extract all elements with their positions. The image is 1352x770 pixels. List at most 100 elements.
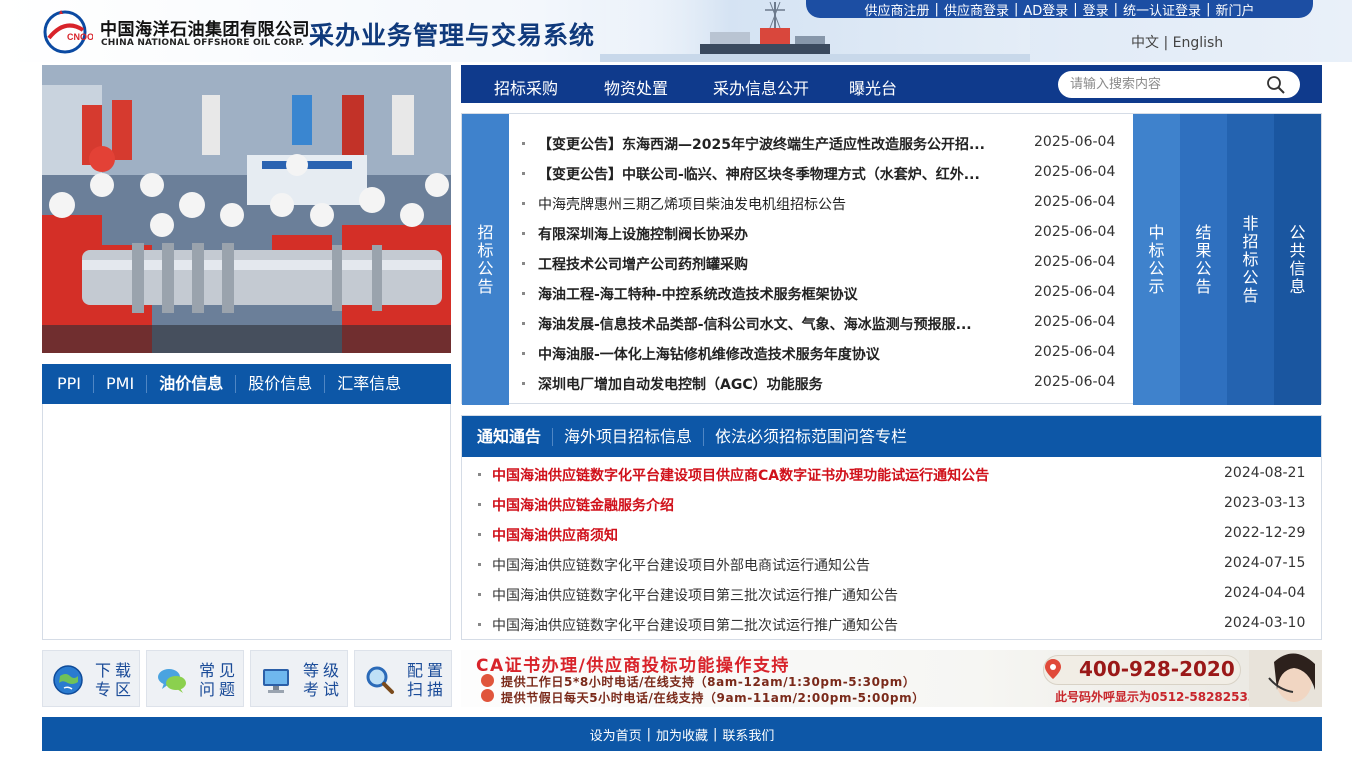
tender-title[interactable]: 海油发展-信息技术品类部-信科公司水文、气象、海冰监测与预报服... [538,314,1018,334]
supplier-register-link[interactable]: 供应商注册 [865,0,930,19]
quick-link-download[interactable]: 下载专区 [42,650,140,707]
company-name-en: CHINA NATIONAL OFFSHORE OIL CORP. [101,38,305,48]
system-title: 采办业务管理与交易系统 [309,21,596,50]
tender-row[interactable]: 海油发展-信息技术品类部-信科公司水文、气象、海冰监测与预报服... 2025-… [522,314,1122,334]
tender-title[interactable]: 中海油服-一体化上海钻修机维修改造技术服务年度协议 [538,344,1018,364]
market-info-panel [42,404,451,640]
tab-ppi[interactable]: PPI [57,375,95,393]
tender-row[interactable]: 【变更公告】东海西湖—2025年宁波终端生产适应性改造服务公开招... 2025… [522,134,1122,154]
tender-date: 2025-06-04 [1034,374,1116,390]
ca-support-banner[interactable]: CA证书办理/供应商投标功能操作支持 提供工作日5*8小时电话/在线支持（8am… [461,650,1322,707]
ad-login-link[interactable]: AD登录 [1023,0,1068,19]
search-box [1058,71,1300,98]
cnooc-logo[interactable]: CNOOC [43,10,93,54]
tender-date: 2025-06-04 [1034,194,1116,210]
tab-oil-price[interactable]: 油价信息 [147,375,237,393]
tender-date: 2025-06-04 [1034,134,1116,150]
add-bookmark-link[interactable]: 加为收藏 [656,725,708,744]
tender-title[interactable]: 工程技术公司增产公司药剂罐采购 [538,254,1018,274]
quick-link-faq[interactable]: 常见问题 [146,650,244,707]
tender-date: 2025-06-04 [1034,254,1116,270]
notice-title[interactable]: 中国海油供应链数字化平台建设项目第三批次试运行推广通知公告 [492,585,898,605]
nav-material-disposal[interactable]: 物资处置 [604,75,668,99]
tab-tender-announcement[interactable]: 招 标 公 告 [462,114,509,405]
tender-date: 2025-06-04 [1034,344,1116,360]
tab-overseas-tenders[interactable]: 海外项目招标信息 [553,427,705,446]
notice-row[interactable]: 中国海油供应链金融服务介绍 2023-03-13 [478,495,1308,515]
notice-row[interactable]: 中国海油供应链数字化平台建设项目供应商CA数字证书办理功能试运行通知公告 202… [478,465,1308,485]
notice-date: 2024-08-21 [1224,465,1306,481]
site-footer: 设为首页 | 加为收藏 | 联系我们 [42,717,1322,751]
banner-photo[interactable] [42,65,451,353]
notice-row[interactable]: 中国海油供应链数字化平台建设项目第二批次试运行推广通知公告 2024-03-10 [478,615,1308,635]
notice-date: 2024-04-04 [1224,585,1306,601]
location-pin-icon [1045,659,1061,679]
nav-procurement-disclosure[interactable]: 采办信息公开 [713,75,809,99]
tender-title[interactable]: 【变更公告】东海西湖—2025年宁波终端生产适应性改造服务公开招... [538,134,1018,154]
tender-date: 2025-06-04 [1034,164,1116,180]
tender-title[interactable]: 海油工程-海工特种-中控系统改造技术服务框架协议 [538,284,1018,304]
tab-non-tender-announcement[interactable]: 非 招 标 公 告 [1227,114,1274,405]
tab-award-notice[interactable]: 中 标 公 示 [1133,114,1180,405]
support-phone-number: 400-928-2020 [1079,657,1235,681]
tender-row[interactable]: 深圳电厂增加自动发电控制（AGC）功能服务 2025-06-04 [522,374,1122,394]
tab-notices[interactable]: 通知通告 [477,427,554,446]
chat-bubbles-icon [158,669,186,693]
tender-announcement-panel: 招 标 公 告 【变更公告】东海西湖—2025年宁波终端生产适应性改造服务公开招… [461,113,1322,405]
ca-workday-hours: 提供工作日5*8小时电话/在线支持（8am-12am/1:30pm-5:30pm… [501,675,916,689]
tender-title[interactable]: 【变更公告】中联公司-临兴、神府区块冬季物理方式（水套炉、红外... [538,164,1018,184]
tab-exchange-rate[interactable]: 汇率信息 [325,375,413,393]
tab-result-announcement[interactable]: 结 果 公 告 [1180,114,1227,405]
tab-stock-price[interactable]: 股价信息 [236,375,326,393]
login-link[interactable]: 登录 [1083,0,1109,19]
unified-auth-login-link[interactable]: 统一认证登录 [1123,0,1201,19]
tab-mandatory-tender-qa[interactable]: 依法必须招标范围问答专栏 [704,427,918,446]
notice-title[interactable]: 中国海油供应商须知 [492,525,618,545]
lang-en-link[interactable]: English [1173,35,1224,51]
tender-date: 2025-06-04 [1034,224,1116,240]
nav-exposure-platform[interactable]: 曝光台 [849,75,897,99]
search-icon[interactable] [1266,75,1286,95]
tender-title[interactable]: 有限深圳海上设施控制阀长协采办 [538,224,1018,244]
notice-date: 2024-03-10 [1224,615,1306,631]
tender-date: 2025-06-04 [1034,314,1116,330]
tender-row[interactable]: 海油工程-海工特种-中控系统改造技术服务框架协议 2025-06-04 [522,284,1122,304]
notice-date: 2024-07-15 [1224,555,1306,571]
notice-title[interactable]: 中国海油供应链数字化平台建设项目外部电商试运行通知公告 [492,555,870,575]
supplier-login-link[interactable]: 供应商登录 [944,0,1009,19]
notice-row[interactable]: 中国海油供应链数字化平台建设项目第三批次试运行推广通知公告 2024-04-04 [478,585,1308,605]
notice-title[interactable]: 中国海油供应链数字化平台建设项目供应商CA数字证书办理功能试运行通知公告 [492,465,989,485]
notice-title[interactable]: 中国海油供应链数字化平台建设项目第二批次试运行推广通知公告 [492,615,898,635]
notice-panel: 通知通告 海外项目招标信息 依法必须招标范围问答专栏 中国海油供应链数字化平台建… [461,415,1322,640]
contact-us-link[interactable]: 联系我们 [722,725,774,744]
clock-icon [481,689,494,702]
tab-pmi[interactable]: PMI [94,375,148,393]
top-account-links: 供应商注册 | 供应商登录 | AD登录 | 登录 | 统一认证登录 | 新门户 [806,0,1313,19]
children-visit-photo [42,65,451,353]
notice-date: 2022-12-29 [1224,525,1306,541]
tender-row[interactable]: 工程技术公司增产公司药剂罐采购 2025-06-04 [522,254,1122,274]
new-portal-link[interactable]: 新门户 [1215,0,1254,19]
notice-title[interactable]: 中国海油供应链金融服务介绍 [492,495,674,515]
tender-row[interactable]: 有限深圳海上设施控制阀长协采办 2025-06-04 [522,224,1122,244]
quick-link-config-scan[interactable]: 配置扫描 [354,650,452,707]
notice-row[interactable]: 中国海油供应商须知 2022-12-29 [478,525,1308,545]
tender-title[interactable]: 深圳电厂增加自动发电控制（AGC）功能服务 [538,374,1018,394]
tender-title[interactable]: 中海壳牌惠州三期乙烯项目柴油发电机组招标公告 [538,194,1018,214]
nav-tender-procurement[interactable]: 招标采购 [494,75,558,99]
set-homepage-link[interactable]: 设为首页 [590,725,642,744]
search-input[interactable] [1070,75,1260,94]
notice-row[interactable]: 中国海油供应链数字化平台建设项目外部电商试运行通知公告 2024-07-15 [478,555,1308,575]
quick-link-label: 下载专区 [95,661,136,699]
notice-tabs: 通知通告 海外项目招标信息 依法必须招标范围问答专栏 [462,416,1321,457]
support-agent-photo [1249,650,1322,707]
tab-public-information[interactable]: 公 共 信 息 [1274,114,1321,405]
lang-cn-link[interactable]: 中文 [1131,35,1159,51]
quick-link-label: 等级考试 [303,661,344,699]
tender-row[interactable]: 【变更公告】中联公司-临兴、神府区块冬季物理方式（水套炉、红外... 2025-… [522,164,1122,184]
outbound-number-note: 此号码外呼显示为0512-58282533 [1055,690,1257,704]
tender-row[interactable]: 中海油服-一体化上海钻修机维修改造技术服务年度协议 2025-06-04 [522,344,1122,364]
quick-link-level-exam[interactable]: 等级考试 [250,650,348,707]
tender-row[interactable]: 中海壳牌惠州三期乙烯项目柴油发电机组招标公告 2025-06-04 [522,194,1122,214]
monitor-icon [263,669,289,693]
